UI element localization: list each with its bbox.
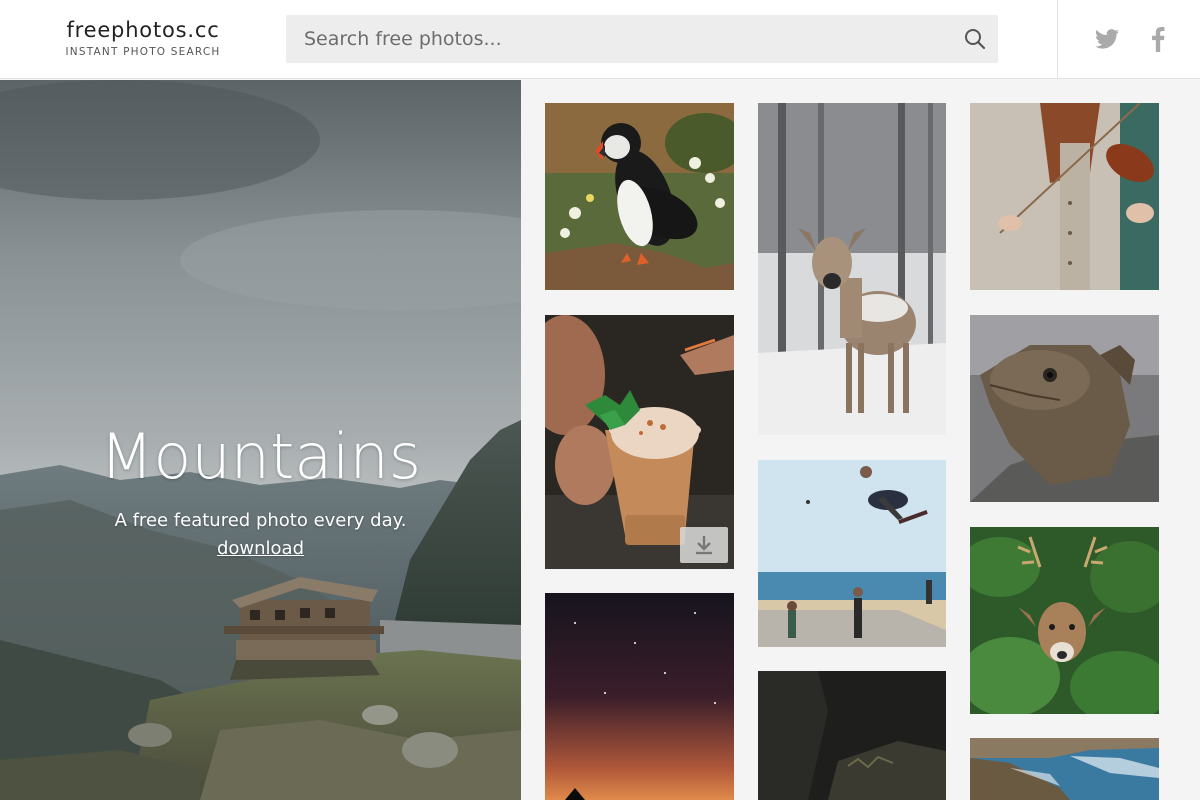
- photo-violinist[interactable]: [970, 103, 1159, 290]
- featured-download-link[interactable]: download: [0, 538, 521, 559]
- search-icon[interactable]: [964, 28, 986, 50]
- deer-ferns-image: [970, 527, 1159, 714]
- logo-subtitle: INSTANT PHOTO SEARCH: [65, 46, 221, 58]
- social-links: [1057, 0, 1200, 79]
- logo[interactable]: freephotos.cc INSTANT PHOTO SEARCH: [58, 18, 228, 58]
- featured-subtitle: A free featured photo every day.: [114, 510, 407, 531]
- featured-title: Mountains: [99, 420, 422, 493]
- photo-deer-ferns[interactable]: [970, 527, 1159, 714]
- download-button[interactable]: [680, 527, 728, 563]
- violinist-image: [970, 103, 1159, 290]
- top-header: freephotos.cc INSTANT PHOTO SEARCH: [0, 0, 1200, 79]
- photo-night-sky[interactable]: [545, 593, 734, 800]
- photo-coastline[interactable]: [970, 738, 1159, 800]
- coastline-image: [970, 738, 1159, 800]
- download-icon: [696, 536, 712, 555]
- skateboarder-image: [758, 460, 946, 647]
- search-bar: [286, 15, 998, 63]
- deer-snow-image: [758, 103, 946, 435]
- photo-iguana[interactable]: [970, 315, 1159, 502]
- twitter-icon[interactable]: [1095, 28, 1119, 50]
- dark-cliff-image: [758, 671, 946, 800]
- photo-skateboarder[interactable]: [758, 460, 946, 647]
- photo-cocktail[interactable]: [545, 315, 734, 569]
- facebook-icon[interactable]: [1150, 26, 1166, 52]
- photo-deer-snow[interactable]: [758, 103, 946, 435]
- photo-puffin[interactable]: [545, 103, 734, 290]
- featured-photo[interactable]: Mountains A free featured photo every da…: [0, 80, 521, 800]
- night-sky-image: [545, 593, 734, 800]
- search-input[interactable]: [286, 15, 946, 63]
- photo-dark-cliff[interactable]: [758, 671, 946, 800]
- logo-title[interactable]: freephotos.cc: [58, 18, 228, 42]
- iguana-image: [970, 315, 1159, 502]
- puffin-image: [545, 103, 734, 290]
